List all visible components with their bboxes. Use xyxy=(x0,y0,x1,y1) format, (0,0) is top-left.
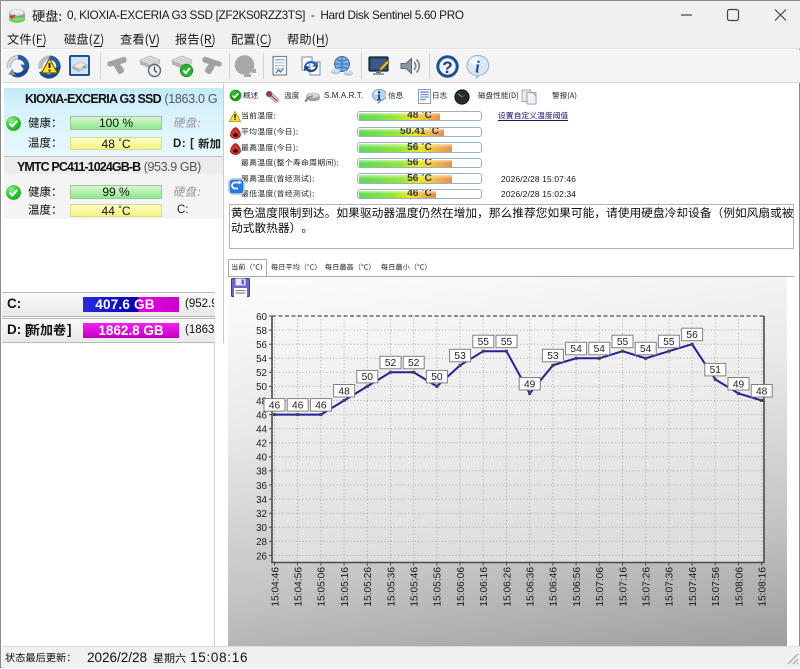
svg-text:49: 49 xyxy=(733,379,745,390)
svg-text:46: 46 xyxy=(269,400,281,411)
svg-text:50: 50 xyxy=(431,372,443,383)
svg-text:15:04:56: 15:04:56 xyxy=(294,567,305,607)
svg-text:54: 54 xyxy=(640,344,652,355)
svg-text:15:06:26: 15:06:26 xyxy=(502,567,513,607)
svg-text:46: 46 xyxy=(256,410,267,421)
svg-text:51: 51 xyxy=(710,365,722,376)
svg-text:28: 28 xyxy=(256,537,267,548)
svg-text:15:07:36: 15:07:36 xyxy=(665,567,676,607)
svg-text:52: 52 xyxy=(385,358,397,369)
svg-text:54: 54 xyxy=(256,354,267,365)
svg-text:44: 44 xyxy=(256,425,267,436)
svg-text:15:05:16: 15:05:16 xyxy=(340,567,351,607)
svg-text:48: 48 xyxy=(756,386,768,397)
svg-text:46: 46 xyxy=(292,400,304,411)
svg-text:52: 52 xyxy=(256,368,267,379)
svg-text:40: 40 xyxy=(256,453,267,464)
svg-text:15:06:06: 15:06:06 xyxy=(456,567,467,607)
svg-text:15:07:06: 15:07:06 xyxy=(595,567,606,607)
svg-text:56: 56 xyxy=(686,330,698,341)
svg-text:15:06:36: 15:06:36 xyxy=(526,567,537,607)
svg-text:15:06:56: 15:06:56 xyxy=(572,567,583,607)
svg-text:15:05:06: 15:05:06 xyxy=(317,567,328,607)
svg-text:50: 50 xyxy=(256,382,267,393)
svg-text:38: 38 xyxy=(256,467,267,478)
svg-text:58: 58 xyxy=(256,326,267,337)
svg-text:15:05:56: 15:05:56 xyxy=(433,567,444,607)
svg-text:15:07:26: 15:07:26 xyxy=(642,567,653,607)
svg-text:15:05:26: 15:05:26 xyxy=(363,567,374,607)
svg-text:15:07:46: 15:07:46 xyxy=(688,567,699,607)
svg-text:36: 36 xyxy=(256,481,267,492)
svg-text:54: 54 xyxy=(570,344,582,355)
svg-text:42: 42 xyxy=(256,439,267,450)
svg-text:15:08:06: 15:08:06 xyxy=(734,567,745,607)
svg-text:55: 55 xyxy=(501,337,513,348)
svg-text:53: 53 xyxy=(547,351,559,362)
svg-text:55: 55 xyxy=(617,337,629,348)
svg-text:50: 50 xyxy=(362,372,374,383)
svg-text:46: 46 xyxy=(315,400,327,411)
svg-text:54: 54 xyxy=(594,344,606,355)
svg-text:52: 52 xyxy=(408,358,420,369)
svg-text:55: 55 xyxy=(478,337,490,348)
svg-text:15:05:36: 15:05:36 xyxy=(386,567,397,607)
svg-text:26: 26 xyxy=(256,551,267,562)
svg-text:15:08:16: 15:08:16 xyxy=(758,567,769,607)
svg-text:15:04:46: 15:04:46 xyxy=(270,567,281,607)
svg-text:34: 34 xyxy=(256,495,267,506)
svg-text:15:06:16: 15:06:16 xyxy=(479,567,490,607)
svg-text:15:07:56: 15:07:56 xyxy=(711,567,722,607)
svg-text:32: 32 xyxy=(256,509,267,520)
svg-text:15:06:46: 15:06:46 xyxy=(549,567,560,607)
svg-text:55: 55 xyxy=(663,337,675,348)
svg-text:30: 30 xyxy=(256,523,267,534)
svg-text:56: 56 xyxy=(256,340,267,351)
svg-text:60: 60 xyxy=(256,312,267,323)
svg-text:15:07:16: 15:07:16 xyxy=(618,567,629,607)
svg-text:15:05:46: 15:05:46 xyxy=(410,567,421,607)
svg-text:48: 48 xyxy=(338,386,350,397)
svg-text:53: 53 xyxy=(454,351,466,362)
svg-text:49: 49 xyxy=(524,379,536,390)
